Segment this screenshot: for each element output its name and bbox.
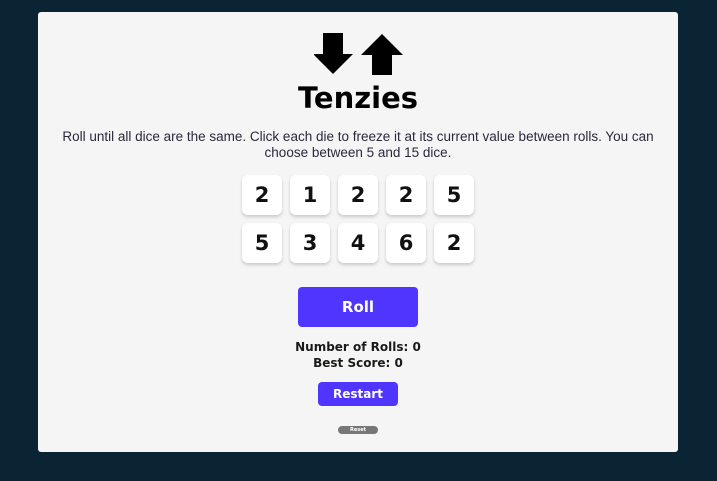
die[interactable]: 3	[290, 223, 330, 263]
rolls-label: Number of Rolls:	[295, 340, 409, 354]
stats-panel: Number of Rolls: 0 Best Score: 0	[38, 339, 678, 371]
die[interactable]: 1	[290, 175, 330, 215]
game-card: Tenzies Roll until all dice are the same…	[38, 12, 678, 452]
die[interactable]: 2	[434, 223, 474, 263]
die[interactable]: 4	[338, 223, 378, 263]
rolls-count: Number of Rolls: 0	[38, 339, 678, 355]
page-title: Tenzies	[298, 81, 418, 115]
die[interactable]: 5	[434, 175, 474, 215]
arrow-down-icon	[314, 33, 353, 74]
roll-button[interactable]: Roll	[298, 287, 418, 327]
die[interactable]: 2	[242, 175, 282, 215]
die[interactable]: 5	[242, 223, 282, 263]
restart-button[interactable]: Restart	[318, 382, 398, 406]
best-score-label: Best Score:	[313, 356, 391, 370]
instructions-text: Roll until all dice are the same. Click …	[62, 129, 654, 160]
arrows-logo	[314, 33, 403, 75]
best-score-value: 0	[394, 356, 403, 370]
dice-grid: 2 1 2 2 5 5 3 4 6 2	[242, 175, 474, 263]
die[interactable]: 6	[386, 223, 426, 263]
die[interactable]: 2	[338, 175, 378, 215]
rolls-value: 0	[412, 340, 421, 354]
best-score: Best Score: 0	[38, 355, 678, 371]
die[interactable]: 2	[386, 175, 426, 215]
reset-button[interactable]: Reset	[338, 426, 378, 434]
arrow-up-icon	[361, 34, 403, 75]
